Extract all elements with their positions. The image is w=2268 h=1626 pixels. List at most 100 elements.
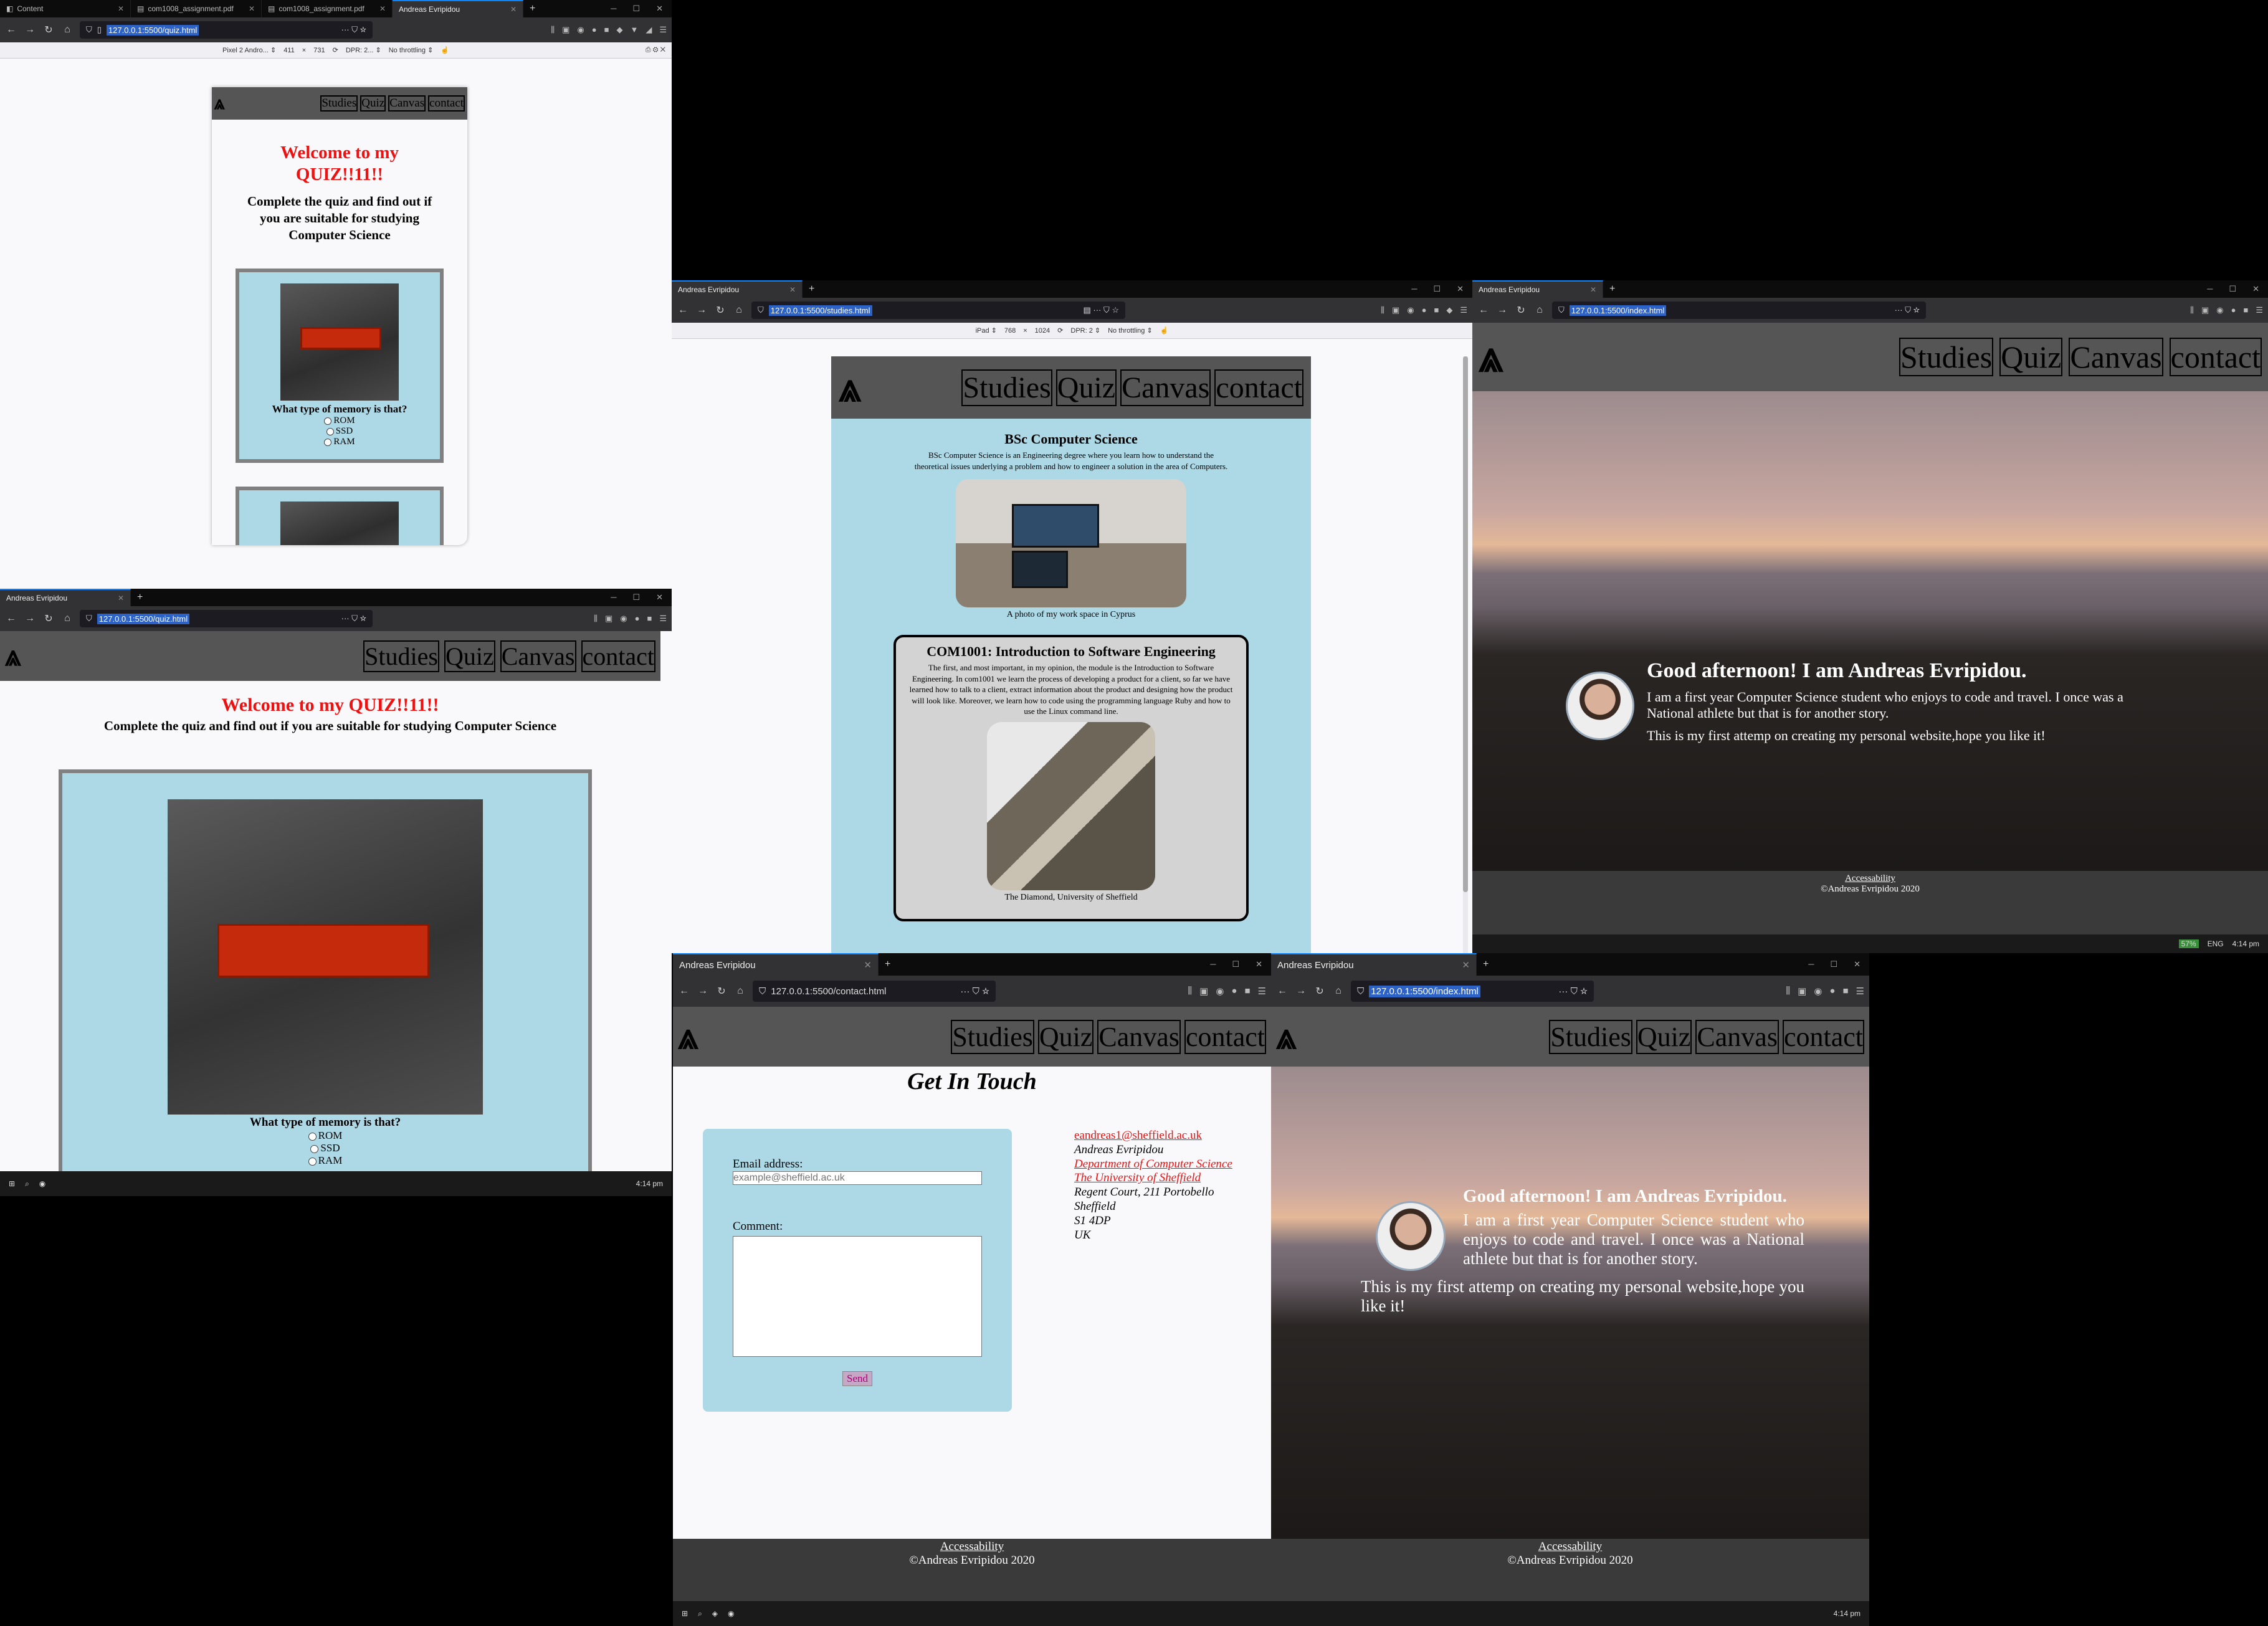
extension-icon[interactable]: ■ [1842, 986, 1848, 997]
library-icon[interactable]: ⫼ [1786, 986, 1790, 997]
logo-icon[interactable]: ⩓ [839, 364, 861, 411]
firefox-icon[interactable]: ◉ [728, 1609, 734, 1618]
option-rom[interactable]: ROM [62, 1129, 588, 1142]
search-icon[interactable]: ⌕ [698, 1609, 702, 1619]
extension-icon[interactable]: ● [592, 25, 597, 35]
close-icon[interactable]: ✕ [1462, 959, 1470, 971]
reload-icon[interactable]: ↻ [42, 24, 55, 36]
account-icon[interactable]: ◉ [1407, 305, 1414, 315]
minimize-icon[interactable]: ─ [611, 592, 616, 602]
sidebar-icon[interactable]: ▣ [2201, 305, 2209, 315]
url-bar[interactable]: ⛉ ▯ 127.0.0.1:5500/quiz.html ··· ⛉ ☆ [80, 21, 373, 39]
back-icon[interactable]: ← [1477, 305, 1490, 316]
nav-studies[interactable]: Studies [363, 640, 439, 672]
close-window-icon[interactable]: ✕ [656, 4, 663, 14]
nav-canvas[interactable]: Canvas [1097, 1019, 1181, 1054]
minimize-icon[interactable]: ─ [1808, 959, 1814, 969]
search-icon[interactable]: ⌕ [25, 1179, 29, 1189]
nav-contact[interactable]: contact [428, 95, 465, 112]
rotate-icon[interactable]: ⟳ [1057, 326, 1063, 335]
new-tab-button[interactable]: + [523, 3, 541, 14]
accessibility-link[interactable]: Accessability [1472, 873, 2268, 884]
url-bar[interactable]: ⛉ 127.0.0.1:5500/quiz.html ··· ⛉ ☆ [80, 610, 373, 627]
tab-pdf-1[interactable]: ▤ com1008_assignment.pdf ✕ [131, 0, 262, 17]
email-field[interactable] [733, 1171, 982, 1185]
option-ram[interactable]: RAM [239, 437, 440, 447]
start-icon[interactable]: ⊞ [682, 1609, 688, 1618]
close-window-icon[interactable]: ✕ [1457, 284, 1464, 294]
sidebar-icon[interactable]: ▣ [1199, 986, 1208, 997]
extension-icon[interactable]: ● [2231, 305, 2236, 315]
extension-icon[interactable]: ● [635, 614, 640, 624]
home-icon[interactable]: ⌂ [61, 24, 74, 36]
tab-andreas[interactable]: Andreas Evripidou ✕ [1472, 280, 1603, 298]
settings-icon[interactable]: ⚙ [653, 46, 659, 54]
option-ram[interactable]: RAM [62, 1154, 588, 1167]
close-window-icon[interactable]: ✕ [2252, 284, 2259, 294]
throttle-select[interactable]: No throttling ⇕ [389, 46, 434, 54]
nav-studies[interactable]: Studies [951, 1019, 1034, 1054]
close-icon[interactable]: ✕ [379, 4, 386, 13]
menu-icon[interactable]: ☰ [1460, 305, 1467, 315]
tab-andreas[interactable]: Andreas Evripidou ✕ [393, 0, 523, 17]
minimize-icon[interactable]: ─ [2207, 284, 2213, 294]
nav-contact[interactable]: contact [1214, 369, 1303, 406]
back-icon[interactable]: ← [677, 305, 689, 316]
close-icon[interactable]: ✕ [789, 285, 796, 294]
logo-icon[interactable]: ⩓ [1276, 1015, 1297, 1058]
extension-icon[interactable]: ● [1829, 986, 1835, 997]
email-link[interactable]: eandreas1@sheffield.ac.uk [1074, 1129, 1232, 1143]
forward-icon[interactable]: → [24, 24, 36, 36]
url-bar[interactable]: ⛉ 127.0.0.1:5500/index.html ··· ⛉ ☆ [1351, 981, 1594, 1002]
tab-andreas[interactable]: Andreas Evripidou ✕ [673, 953, 879, 976]
nav-studies[interactable]: Studies [1549, 1019, 1632, 1054]
radio-button[interactable] [326, 428, 334, 436]
extension-icon[interactable]: ■ [1434, 305, 1439, 315]
accessibility-link[interactable]: Accessability [673, 1540, 1271, 1554]
height-input[interactable]: 731 [313, 47, 325, 54]
sidebar-icon[interactable]: ▣ [605, 614, 612, 624]
home-icon[interactable]: ⌂ [734, 986, 746, 997]
nav-quiz[interactable]: Quiz [360, 95, 386, 112]
menu-icon[interactable]: ☰ [1258, 986, 1266, 997]
home-icon[interactable]: ⌂ [1332, 986, 1345, 997]
library-icon[interactable]: ⫼ [551, 25, 555, 35]
url-bar[interactable]: ⛉ 127.0.0.1:5500/studies.html ▤ ··· ⛉ ☆ [751, 302, 1125, 319]
nav-quiz[interactable]: Quiz [1037, 1019, 1094, 1054]
department-link[interactable]: Department of Computer Science [1074, 1158, 1232, 1172]
nav-canvas[interactable]: Canvas [1120, 369, 1211, 406]
width-input[interactable]: 768 [1004, 327, 1016, 335]
account-icon[interactable]: ◉ [1814, 986, 1822, 997]
tab-content[interactable]: ◧ Content ✕ [0, 0, 131, 17]
extension-icon[interactable]: ◆ [616, 25, 622, 35]
url-bar[interactable]: ⛉ 127.0.0.1:5500/contact.html ··· ⛉ ☆ [753, 981, 996, 1002]
close-icon[interactable]: ✕ [1590, 285, 1596, 294]
radio-button[interactable] [324, 417, 332, 426]
nav-studies[interactable]: Studies [320, 95, 358, 112]
nav-quiz[interactable]: Quiz [1055, 369, 1117, 406]
close-window-icon[interactable]: ✕ [1256, 959, 1262, 969]
back-icon[interactable]: ← [5, 613, 17, 624]
reload-icon[interactable]: ↻ [714, 304, 727, 316]
minimize-icon[interactable]: ─ [611, 4, 616, 14]
maximize-icon[interactable]: ☐ [632, 592, 640, 602]
sidebar-icon[interactable]: ▣ [1392, 305, 1399, 315]
extension-icon[interactable]: ■ [647, 614, 652, 624]
nav-quiz[interactable]: Quiz [1999, 338, 2063, 376]
extension-icon[interactable]: ▼ [630, 25, 638, 35]
nav-studies[interactable]: Studies [1899, 338, 1994, 376]
option-ssd[interactable]: SSD [239, 426, 440, 437]
close-icon[interactable]: ✕ [864, 959, 872, 971]
nav-canvas[interactable]: Canvas [388, 95, 426, 112]
dpr-select[interactable]: DPR: 2... ⇕ [346, 46, 381, 54]
account-icon[interactable]: ◉ [2216, 305, 2223, 315]
new-tab-button[interactable]: + [1603, 283, 1621, 295]
minimize-icon[interactable]: ─ [1210, 959, 1216, 969]
account-icon[interactable]: ◉ [1216, 986, 1224, 997]
reload-icon[interactable]: ↻ [715, 985, 728, 997]
comment-field[interactable] [733, 1236, 982, 1357]
forward-icon[interactable]: → [697, 986, 709, 997]
extension-icon[interactable]: ■ [2243, 305, 2248, 315]
screenshot-icon[interactable]: ⎙ [646, 46, 651, 54]
close-icon[interactable]: ✕ [510, 5, 517, 14]
